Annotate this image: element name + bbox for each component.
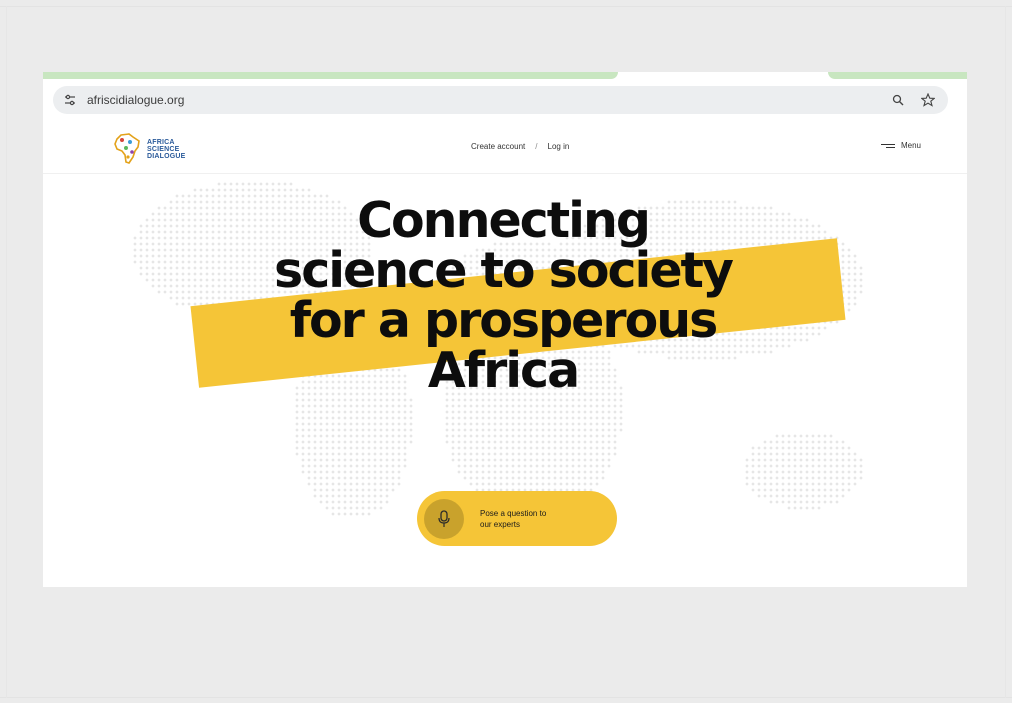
- tune-icon[interactable]: [61, 91, 79, 109]
- headline-line-2: science to society: [274, 242, 734, 299]
- search-icon[interactable]: [890, 92, 906, 108]
- logo-line-2: SCIENCE: [147, 145, 180, 153]
- tab-indicator-right[interactable]: [828, 72, 967, 79]
- menu-label: Menu: [900, 141, 921, 150]
- site-header: AFRICA SCIENCE DIALOGUE Create account /…: [43, 122, 967, 174]
- microphone-icon: [438, 509, 450, 527]
- cta-label-line-1: Pose a question to: [480, 508, 547, 518]
- hamburger-menu-icon: [880, 143, 895, 148]
- ask-experts-button[interactable]: Pose a question to our experts: [417, 491, 617, 546]
- site-logo[interactable]: AFRICA SCIENCE DIALOGUE: [113, 132, 203, 166]
- tab-strip: [43, 72, 967, 81]
- logo-wordmark: AFRICA SCIENCE DIALOGUE: [147, 139, 186, 160]
- address-bar[interactable]: afriscidialogue.org: [53, 86, 948, 114]
- cta-label: Pose a question to our experts: [480, 508, 590, 530]
- login-link[interactable]: Log in: [548, 142, 570, 151]
- star-icon[interactable]: [920, 92, 936, 108]
- browser-window: afriscidialogue.org AFRICA SCIENCE DIALO…: [43, 72, 967, 587]
- frame-right-line: [1005, 6, 1006, 698]
- create-account-link[interactable]: Create account: [471, 142, 525, 151]
- headline-line-1: Connecting: [357, 192, 651, 249]
- tab-indicator-left[interactable]: [43, 72, 618, 79]
- logo-line-3: DIALOGUE: [147, 152, 186, 160]
- url-text[interactable]: afriscidialogue.org: [87, 93, 184, 107]
- frame-top-line: [0, 6, 1012, 7]
- logo-line-1: AFRICA: [147, 138, 175, 146]
- frame-left-line: [6, 6, 7, 698]
- hero-headline: Connecting science to society for a pros…: [183, 196, 823, 396]
- menu-button[interactable]: Menu: [880, 141, 921, 150]
- frame-bottom-line: [0, 697, 1012, 698]
- microphone-button[interactable]: [424, 498, 464, 539]
- headline-line-4: Africa: [427, 342, 580, 399]
- auth-links: Create account / Log in: [471, 142, 569, 151]
- web-page: AFRICA SCIENCE DIALOGUE Create account /…: [43, 122, 967, 587]
- africa-map-logo-icon: [114, 133, 140, 164]
- headline-line-3: for a prosperous: [289, 292, 719, 349]
- cta-label-line-2: our experts: [480, 519, 521, 529]
- auth-separator: /: [535, 142, 538, 151]
